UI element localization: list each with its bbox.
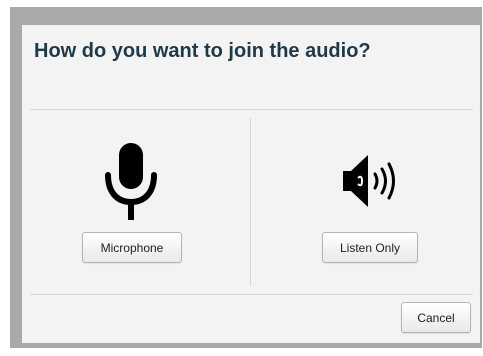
divider — [30, 109, 473, 110]
divider — [250, 118, 251, 286]
divider — [30, 294, 473, 295]
microphone-button[interactable]: Microphone — [82, 232, 182, 263]
microphone-icon — [102, 142, 160, 224]
speaker-icon — [340, 152, 400, 210]
cancel-button[interactable]: Cancel — [401, 302, 471, 333]
join-audio-dialog: How do you want to join the audio? Micro… — [22, 25, 480, 343]
dialog-title: How do you want to join the audio? — [34, 40, 371, 62]
listen-only-button[interactable]: Listen Only — [322, 232, 418, 263]
